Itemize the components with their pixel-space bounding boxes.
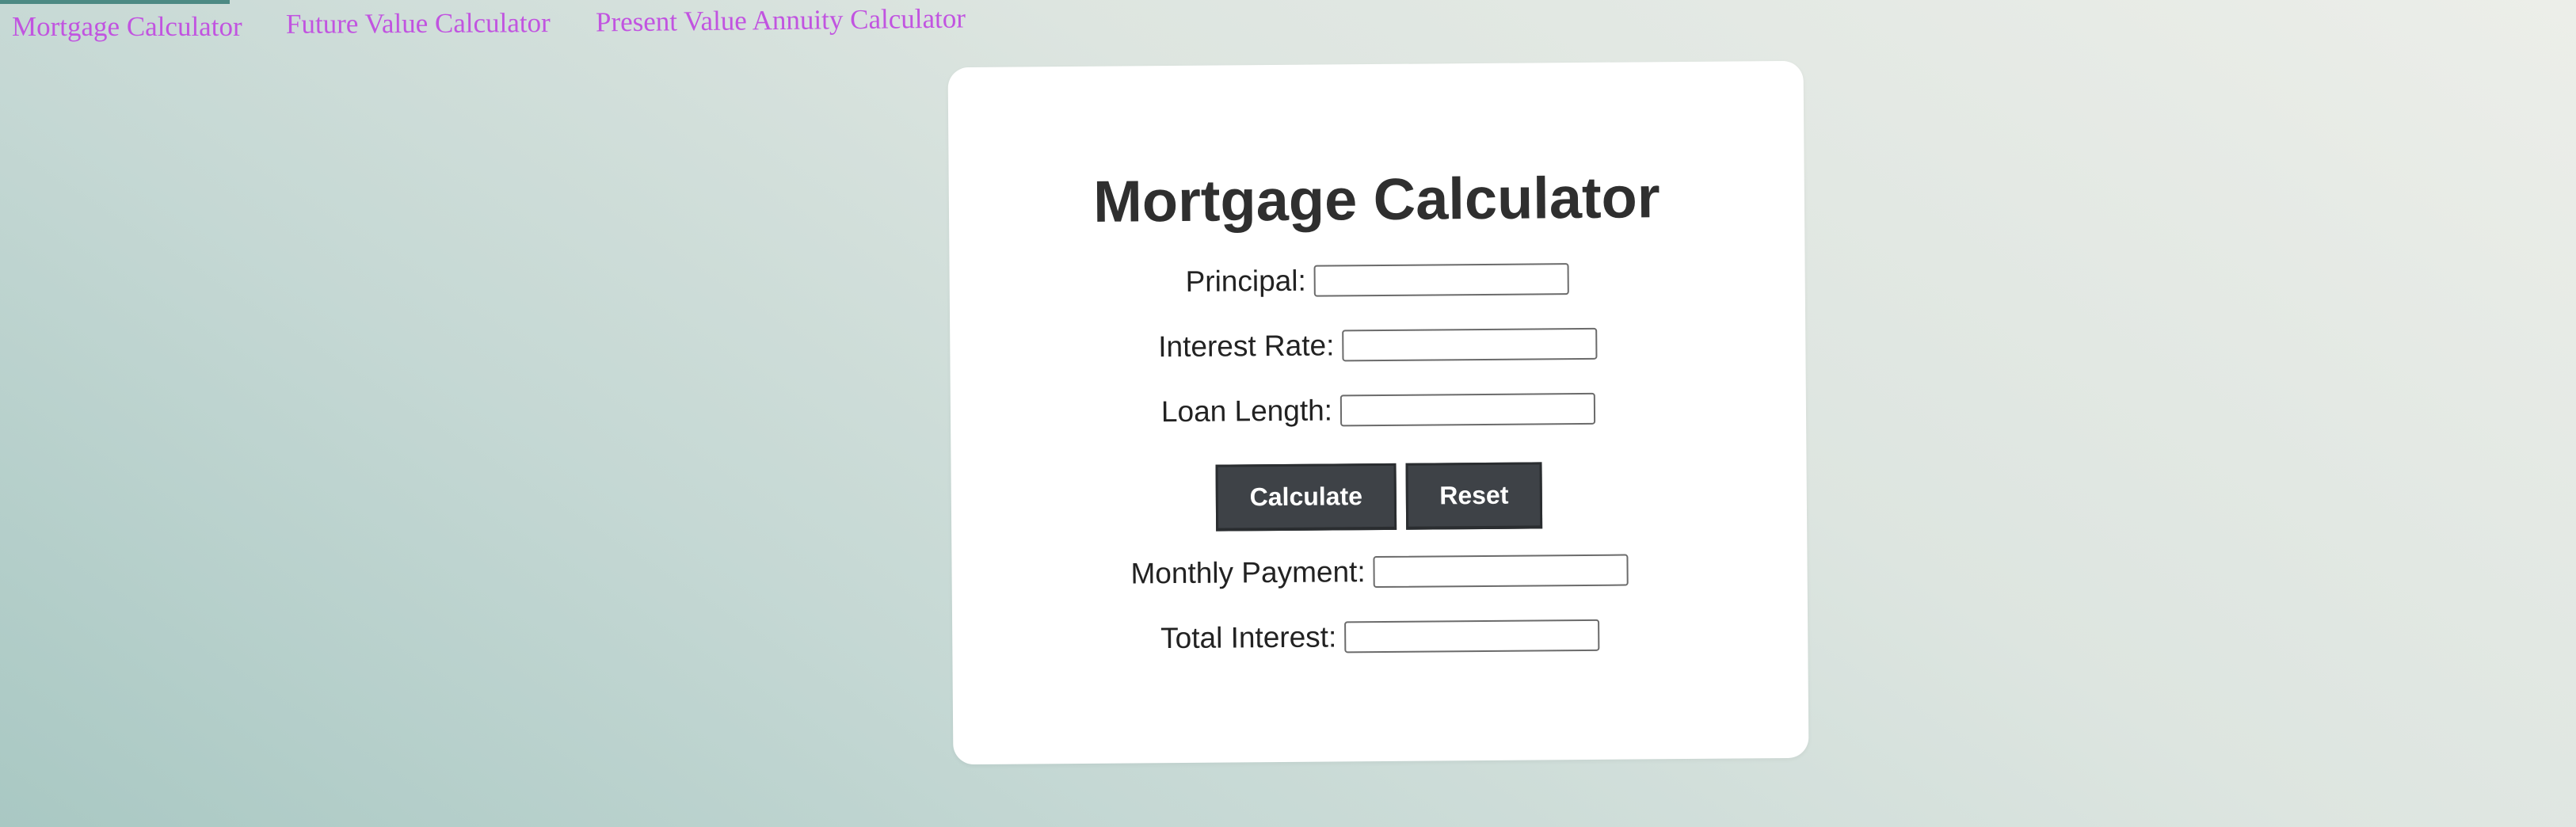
reset-button[interactable]: Reset xyxy=(1405,462,1543,530)
loan-length-label: Loan Length: xyxy=(1160,394,1333,429)
total-interest-output[interactable] xyxy=(1344,619,1600,654)
calculate-button[interactable]: Calculate xyxy=(1215,463,1397,532)
monthly-payment-label: Monthly Payment: xyxy=(1130,555,1366,590)
principal-row: Principal: xyxy=(950,261,1805,300)
monthly-payment-row: Monthly Payment: xyxy=(951,552,1807,592)
interest-rate-row: Interest Rate: xyxy=(950,326,1805,365)
nav-link-future-value-calculator[interactable]: Future Value Calculator xyxy=(286,7,551,40)
loan-length-row: Loan Length: xyxy=(951,391,1806,430)
loan-length-input[interactable] xyxy=(1339,392,1596,427)
total-interest-row: Total Interest: xyxy=(952,617,1808,657)
nav-link-present-value-annuity-calculator[interactable]: Present Value Annuity Calculator xyxy=(596,3,966,39)
top-accent-bar xyxy=(0,0,230,4)
calculator-card: Mortgage Calculator Principal: Interest … xyxy=(947,60,1809,765)
nav-link-mortgage-calculator[interactable]: Mortgage Calculator xyxy=(12,11,242,43)
button-row: Calculate Reset xyxy=(951,460,1808,533)
total-interest-label: Total Interest: xyxy=(1160,620,1337,655)
interest-rate-label: Interest Rate: xyxy=(1158,329,1335,364)
interest-rate-input[interactable] xyxy=(1342,327,1598,362)
principal-input[interactable] xyxy=(1313,263,1569,297)
page-title: Mortgage Calculator xyxy=(1092,164,1660,234)
principal-label: Principal: xyxy=(1185,264,1306,298)
monthly-payment-output[interactable] xyxy=(1373,554,1629,589)
